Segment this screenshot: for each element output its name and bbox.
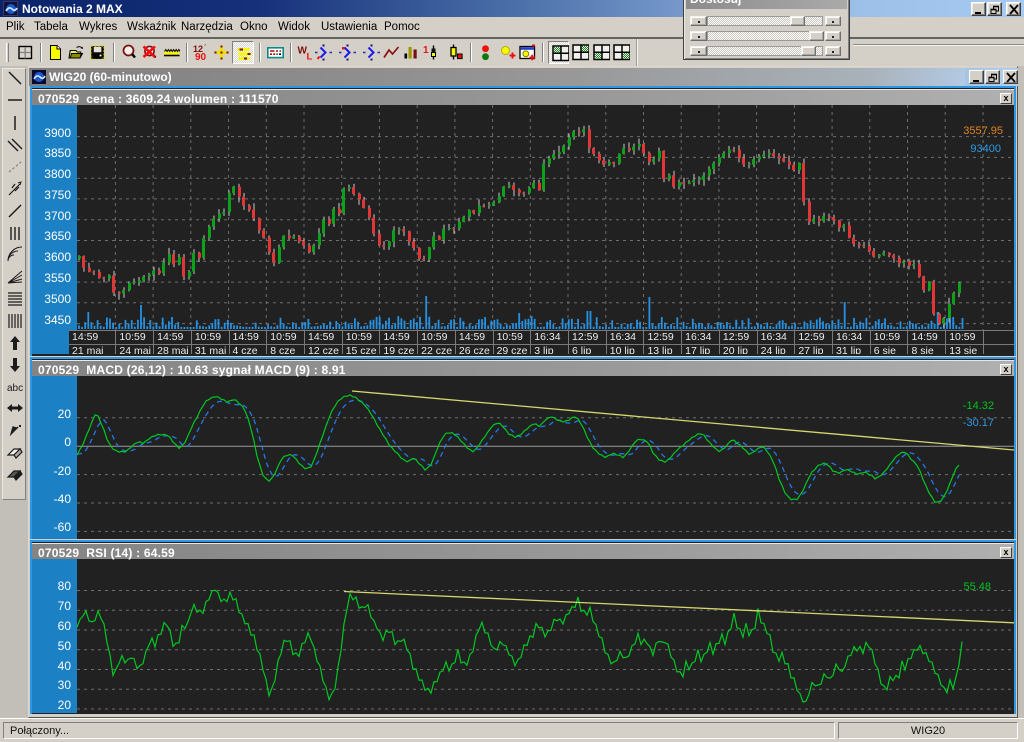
svg-text:93400: 93400 (970, 143, 1001, 155)
svg-text:abc: abc (7, 383, 23, 394)
svg-text:3557.95: 3557.95 (963, 125, 1003, 137)
svg-text:-30.17: -30.17 (963, 417, 994, 429)
svg-text:-14.32: -14.32 (963, 400, 994, 412)
svg-text:55.48: 55.48 (963, 581, 991, 593)
